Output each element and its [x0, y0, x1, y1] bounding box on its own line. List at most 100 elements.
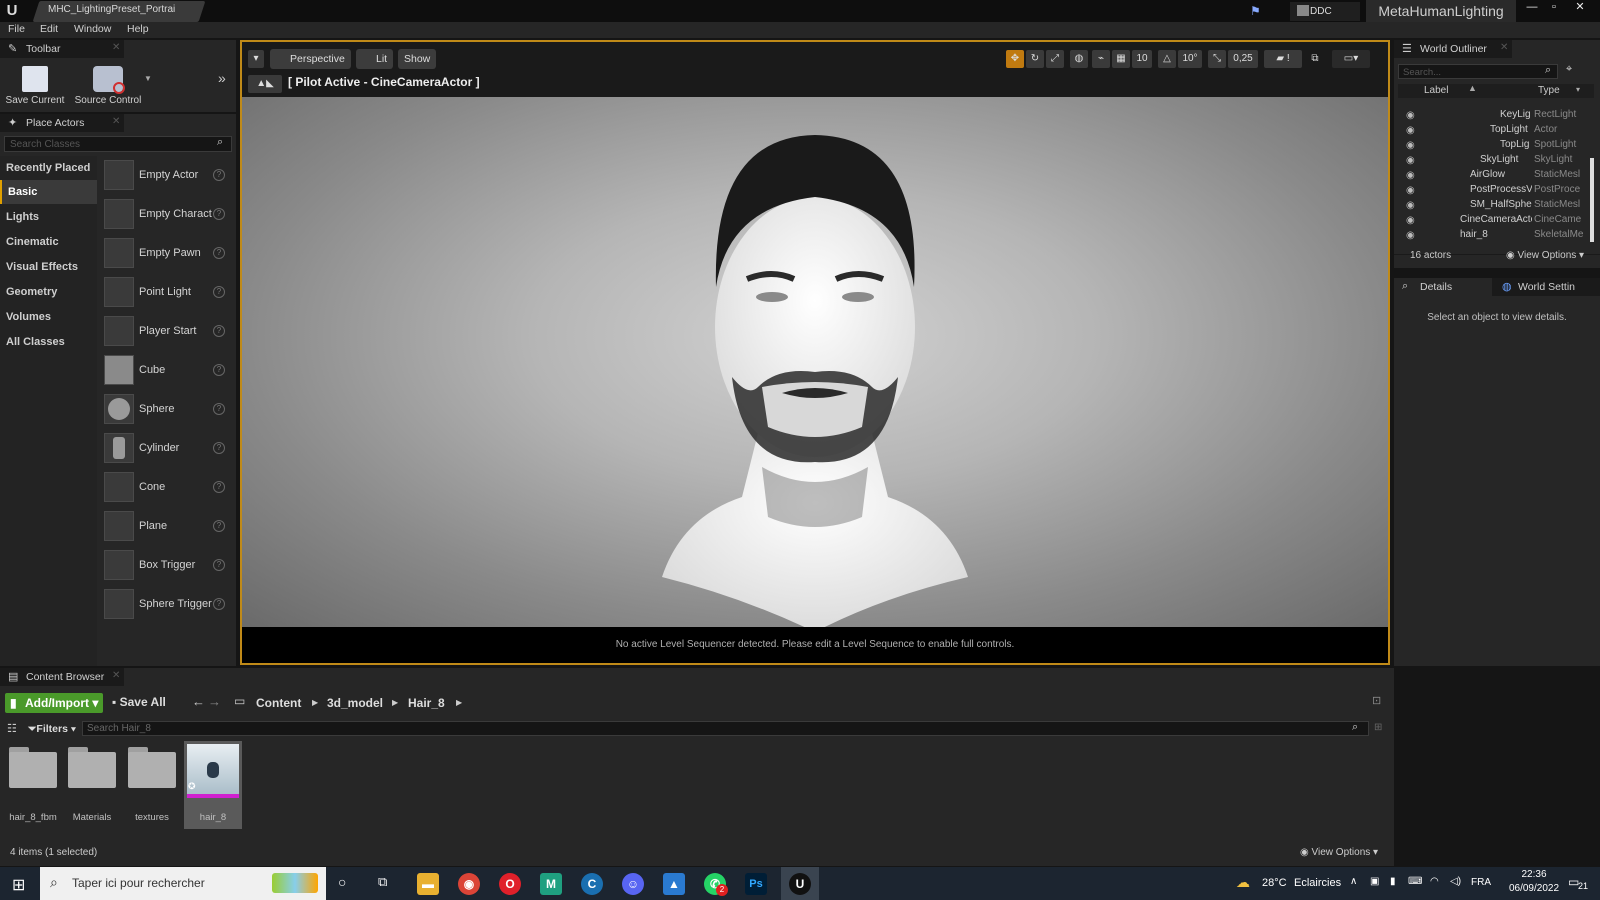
- breadcrumb-hair-8[interactable]: Hair_8: [408, 696, 445, 710]
- help-icon[interactable]: ?: [213, 247, 225, 259]
- category-recently-placed[interactable]: Recently Placed: [0, 156, 97, 180]
- filters-button[interactable]: ⏷Filters ▾: [28, 723, 76, 736]
- actor-plane[interactable]: Plane?: [104, 509, 234, 545]
- close-tab-icon[interactable]: ✕: [112, 670, 120, 681]
- help-icon[interactable]: ?: [213, 520, 225, 532]
- outliner-row[interactable]: ◉ PostProcessV PostProce: [1400, 184, 1590, 199]
- menu-window[interactable]: Window: [74, 23, 111, 35]
- expand-toolbar-icon[interactable]: »: [218, 70, 226, 86]
- help-icon[interactable]: ?: [213, 481, 225, 493]
- actor-cylinder[interactable]: Cylinder?: [104, 431, 234, 467]
- back-arrow-icon[interactable]: ←: [192, 694, 205, 709]
- outliner-row[interactable]: ◉ TopLight Actor: [1400, 124, 1590, 139]
- maya-icon[interactable]: M: [540, 873, 562, 895]
- outliner-row[interactable]: ◉ hair_8 SkeletalMe: [1400, 229, 1590, 244]
- category-cinematic[interactable]: Cinematic: [0, 230, 97, 254]
- close-tab-icon[interactable]: ✕: [1500, 42, 1508, 53]
- clock[interactable]: 22:36 06/09/2022: [1504, 869, 1564, 894]
- source-control-dropdown-icon[interactable]: ▼: [144, 74, 152, 83]
- language-indicator[interactable]: FRA: [1471, 877, 1491, 888]
- layout-icon[interactable]: ▭▾: [1332, 50, 1370, 68]
- viewport-scene[interactable]: [242, 97, 1388, 632]
- breadcrumb-separator-icon[interactable]: ▶: [456, 698, 462, 707]
- breadcrumb-3d-model[interactable]: 3d_model: [327, 696, 383, 710]
- actor-point-light[interactable]: Point Light?: [104, 275, 234, 311]
- task-view-icon[interactable]: ⧉: [378, 874, 387, 890]
- scale-snap-icon[interactable]: ⤡: [1208, 50, 1226, 68]
- actor-empty-character[interactable]: Empty Charact?: [104, 197, 234, 233]
- menu-edit[interactable]: Edit: [40, 23, 58, 35]
- scale-icon[interactable]: ⤢: [1046, 50, 1064, 68]
- surface-snap-icon[interactable]: ⌁: [1092, 50, 1110, 68]
- taskbar-search-box[interactable]: ⌕ Taper ici pour rechercher: [40, 867, 326, 900]
- actor-sphere[interactable]: Sphere?: [104, 392, 234, 428]
- translate-icon[interactable]: ✥: [1006, 50, 1024, 68]
- maximize-viewport-icon[interactable]: ⧉: [1306, 50, 1324, 68]
- keyboard-icon[interactable]: ⌨: [1408, 876, 1422, 887]
- category-lights[interactable]: Lights: [0, 205, 97, 229]
- column-options-icon[interactable]: ▾: [1576, 85, 1580, 94]
- outliner-row[interactable]: ◉ CineCameraActo CineCame: [1400, 214, 1590, 229]
- world-outliner-tab[interactable]: ☰ World Outliner ✕: [1394, 40, 1512, 58]
- ccleaner-icon[interactable]: C: [581, 873, 603, 895]
- actor-sphere-trigger[interactable]: Sphere Trigger?: [104, 587, 234, 623]
- breadcrumb-separator-icon[interactable]: ▶: [392, 698, 398, 707]
- folder-materials[interactable]: [66, 742, 118, 806]
- place-actors-tab[interactable]: ✦ Place Actors ✕: [0, 114, 124, 132]
- category-volumes[interactable]: Volumes: [0, 305, 97, 329]
- visibility-eye-icon[interactable]: ◉: [1406, 140, 1415, 151]
- content-browser-tab[interactable]: ▤ Content Browser ✕: [0, 668, 124, 686]
- show-button[interactable]: Show: [398, 49, 437, 69]
- discord-icon[interactable]: ☺: [622, 873, 644, 895]
- visibility-eye-icon[interactable]: ◉: [1406, 215, 1415, 226]
- breadcrumb-separator-icon[interactable]: ▶: [312, 698, 318, 707]
- visibility-eye-icon[interactable]: ◉: [1406, 125, 1415, 136]
- content-search-input[interactable]: Search Hair_8 ⌕: [82, 721, 1369, 736]
- help-icon[interactable]: ?: [213, 442, 225, 454]
- photoshop-icon[interactable]: Ps: [745, 873, 767, 895]
- visibility-eye-icon[interactable]: ◉: [1406, 170, 1415, 181]
- level-viewport[interactable]: ▾ Perspective Lit Show ▲◣ [ Pilot Active…: [240, 40, 1390, 665]
- actor-cone[interactable]: Cone?: [104, 470, 234, 506]
- world-settings-tab[interactable]: World Settin: [1518, 281, 1575, 293]
- unreal-engine-icon[interactable]: U: [789, 873, 811, 895]
- rotate-icon[interactable]: ↻: [1026, 50, 1044, 68]
- content-view-options-button[interactable]: ◉ View Options ▾: [1300, 847, 1378, 858]
- outliner-scrollbar[interactable]: [1590, 158, 1594, 242]
- actor-empty-actor[interactable]: Empty Actor?: [104, 158, 234, 194]
- menu-help[interactable]: Help: [127, 23, 149, 35]
- help-icon[interactable]: ?: [213, 325, 225, 337]
- lit-button[interactable]: Lit: [356, 49, 394, 69]
- visibility-eye-icon[interactable]: ◉: [1406, 230, 1415, 241]
- grid-value[interactable]: 10: [1132, 50, 1152, 68]
- chrome-icon[interactable]: ◉: [458, 873, 480, 895]
- source-control-status-icon[interactable]: ⚑: [1250, 4, 1261, 18]
- toolbar-tab[interactable]: ✎ Toolbar ✕: [0, 40, 124, 58]
- microphone-icon[interactable]: ▮: [1390, 876, 1396, 887]
- minimize-icon[interactable]: —: [1522, 0, 1542, 16]
- type-column-header[interactable]: Type: [1538, 85, 1560, 96]
- breadcrumb-content[interactable]: Content: [256, 696, 301, 710]
- file-explorer-icon[interactable]: ▬: [417, 873, 439, 895]
- actor-player-start[interactable]: Player Start?: [104, 314, 234, 350]
- outliner-row[interactable]: ◉ TopLigl SpotLight: [1400, 139, 1590, 154]
- outliner-view-options-button[interactable]: ◉ View Options ▾: [1506, 250, 1584, 261]
- visibility-eye-icon[interactable]: ◉: [1406, 185, 1415, 196]
- perspective-button[interactable]: Perspective: [270, 49, 351, 69]
- close-tab-icon[interactable]: ✕: [112, 42, 120, 53]
- grid-snap-icon[interactable]: ▦: [1112, 50, 1130, 68]
- device-icon[interactable]: ▣: [1370, 876, 1379, 887]
- outliner-row[interactable]: ◉ SM_HalfSpher StaticMesl: [1400, 199, 1590, 214]
- actor-empty-pawn[interactable]: Empty Pawn?: [104, 236, 234, 272]
- world-local-icon[interactable]: ◍: [1070, 50, 1088, 68]
- category-basic[interactable]: Basic: [0, 180, 97, 204]
- visibility-eye-icon[interactable]: ◉: [1406, 155, 1415, 166]
- help-icon[interactable]: ?: [213, 598, 225, 610]
- outliner-search-input[interactable]: Search... ⌕: [1398, 64, 1558, 79]
- opera-icon[interactable]: O: [499, 873, 521, 895]
- folder-textures[interactable]: [126, 742, 178, 806]
- visibility-eye-icon[interactable]: ◉: [1406, 200, 1415, 211]
- viewport-options-icon[interactable]: ▾: [248, 50, 264, 68]
- weather-icon[interactable]: ☁: [1236, 874, 1250, 891]
- pin-icon[interactable]: ⌖: [1566, 63, 1572, 76]
